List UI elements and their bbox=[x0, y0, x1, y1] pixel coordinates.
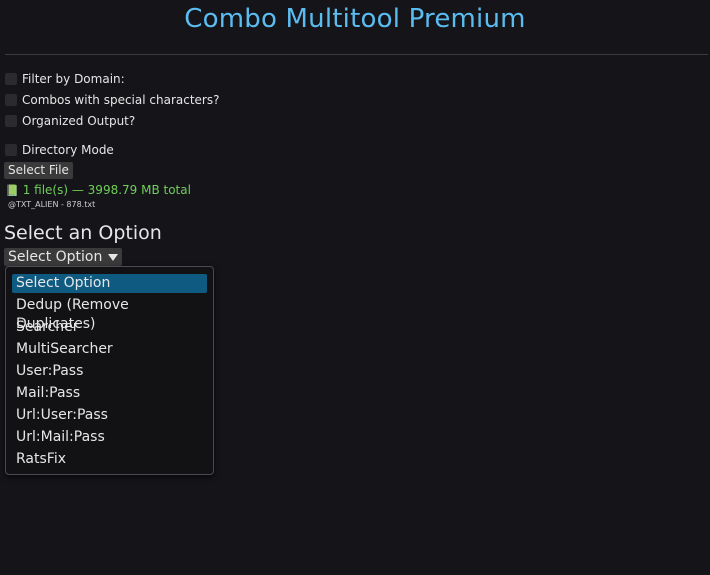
dropdown-option[interactable]: Select Option bbox=[12, 274, 207, 293]
dropdown-option[interactable]: Searcher bbox=[12, 318, 207, 337]
option-select[interactable]: Select Option bbox=[4, 248, 123, 266]
dropdown-option[interactable]: MultiSearcher bbox=[12, 340, 207, 359]
header-divider bbox=[5, 54, 708, 55]
dropdown-option[interactable]: Url:User:Pass bbox=[12, 406, 207, 425]
file-summary-text: 1 file(s) — 3998.79 MB total bbox=[22, 183, 191, 197]
chevron-down-icon bbox=[108, 253, 119, 261]
dropdown-option[interactable]: Mail:Pass bbox=[12, 384, 207, 403]
dropdown-option[interactable]: Dedup (Remove Duplicates) bbox=[12, 296, 207, 332]
special-chars-label: Combos with special characters? bbox=[22, 93, 220, 107]
filter-domain-row[interactable]: Filter by Domain: bbox=[5, 72, 125, 86]
directory-mode-checkbox[interactable] bbox=[5, 144, 17, 156]
select-option-heading: Select an Option bbox=[4, 222, 162, 244]
organized-output-checkbox[interactable] bbox=[5, 115, 17, 127]
directory-mode-label: Directory Mode bbox=[22, 143, 114, 157]
dropdown-option[interactable]: RatsFix bbox=[12, 450, 207, 469]
selected-file-name: @TXT_ALIEN - 878.txt bbox=[8, 200, 96, 209]
option-dropdown-menu: Select Option Dedup (Remove Duplicates) … bbox=[5, 266, 214, 475]
file-summary: 📗 1 file(s) — 3998.79 MB total bbox=[5, 183, 191, 197]
green-book-icon: 📗 bbox=[5, 183, 19, 197]
directory-mode-row[interactable]: Directory Mode bbox=[5, 143, 114, 157]
special-chars-checkbox[interactable] bbox=[5, 94, 17, 106]
select-file-button[interactable]: Select File bbox=[4, 162, 73, 179]
filter-domain-checkbox[interactable] bbox=[5, 73, 17, 85]
option-select-value: Select Option bbox=[8, 249, 103, 265]
organized-output-row[interactable]: Organized Output? bbox=[5, 114, 135, 128]
filter-domain-label: Filter by Domain: bbox=[22, 72, 125, 86]
app-title: Combo Multitool Premium bbox=[184, 4, 526, 34]
dropdown-option[interactable]: Url:Mail:Pass bbox=[12, 428, 207, 447]
dropdown-option[interactable]: User:Pass bbox=[12, 362, 207, 381]
organized-output-label: Organized Output? bbox=[22, 114, 136, 128]
special-chars-row[interactable]: Combos with special characters? bbox=[5, 93, 219, 107]
